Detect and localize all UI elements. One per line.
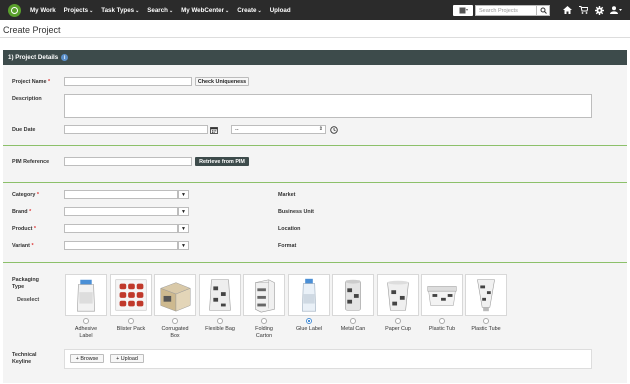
business-unit-label: Business Unit	[278, 209, 314, 215]
due-date-label: Due Date	[12, 127, 36, 133]
chevron-down-icon: ⌄	[89, 7, 94, 14]
search-input[interactable]: Search Projects	[475, 4, 537, 16]
plastic-tub-radio[interactable]	[439, 318, 445, 324]
retrieve-from-pim-button[interactable]: Retrieve from PIM	[195, 157, 249, 166]
blister-pack-tile[interactable]	[110, 274, 152, 316]
due-time-select[interactable]: -- ⇕	[231, 125, 326, 134]
due-time-value: --	[235, 127, 239, 133]
info-icon[interactable]: i	[61, 54, 69, 61]
folding-carton-radio[interactable]	[261, 318, 267, 324]
home-icon[interactable]	[560, 4, 574, 16]
webcenter-logo-icon[interactable]	[8, 3, 21, 17]
glue-label-tile[interactable]	[288, 274, 330, 316]
adhesive-label-radio[interactable]	[83, 318, 89, 324]
nav-projects[interactable]: Projects⌄	[64, 7, 94, 14]
upload-button[interactable]: + Upload	[110, 354, 144, 363]
plastic-tub-tile[interactable]	[421, 274, 463, 316]
description-label: Description	[12, 96, 42, 102]
project-name-input[interactable]	[64, 77, 192, 86]
corrugated-box-caption: Corrugated Box	[161, 326, 189, 339]
flexible-bag-caption: Flexible Bag	[205, 326, 235, 332]
blister-pack-caption: Blister Pack	[116, 326, 146, 332]
plastic-tub-caption: Plastic Tub	[428, 326, 456, 332]
cart-icon[interactable]	[576, 4, 590, 16]
brand-label: Brand *	[12, 209, 32, 215]
variant-label: Variant *	[12, 243, 34, 249]
brand-dropdown-arrow-icon[interactable]: ▼	[178, 207, 189, 216]
flexible-bag-tile[interactable]	[199, 274, 241, 316]
product-dropdown-arrow-icon[interactable]: ▼	[178, 224, 189, 233]
category-label: Category *	[12, 192, 39, 198]
section-header-project-details[interactable]: 1) Project Details i	[3, 50, 627, 65]
pim-reference-label: PIM Reference	[12, 159, 50, 165]
nav-upload[interactable]: Upload	[270, 7, 291, 14]
format-label: Format	[278, 243, 297, 249]
search-scope-select[interactable]	[453, 4, 473, 16]
metal-can-caption: Metal Can	[340, 326, 366, 332]
market-label: Market	[278, 192, 296, 198]
due-date-input[interactable]	[64, 125, 208, 134]
category-dropdown-arrow-icon[interactable]: ▼	[178, 190, 189, 199]
paper-cup-caption: Paper Cup	[385, 326, 411, 332]
corrugated-box-radio[interactable]	[172, 318, 178, 324]
category-select[interactable]	[64, 190, 178, 199]
adhesive-label-tile[interactable]	[65, 274, 107, 316]
top-navigation-bar: My Work Projects⌄ Task Types⌄ Search⌄ My…	[0, 0, 630, 20]
paper-cup-tile[interactable]	[377, 274, 419, 316]
search-button[interactable]	[537, 4, 550, 16]
section-title: 1) Project Details	[8, 54, 59, 61]
search-icon	[540, 7, 547, 14]
section-divider	[3, 182, 627, 183]
card-icon	[459, 7, 468, 13]
pim-reference-input[interactable]	[64, 157, 192, 166]
calendar-icon[interactable]	[209, 125, 219, 135]
brand-select[interactable]	[64, 207, 178, 216]
section-divider	[3, 262, 627, 263]
glue-label-radio[interactable]	[306, 318, 312, 324]
adhesive-label-caption: Adhesive Label	[74, 326, 98, 339]
nav-create[interactable]: Create⌄	[237, 7, 261, 14]
nav-my-webcenter[interactable]: My WebCenter⌄	[181, 7, 229, 14]
product-select[interactable]	[64, 224, 178, 233]
location-label: Location	[278, 226, 301, 232]
plastic-tube-caption: Plastic Tube	[471, 326, 501, 332]
product-label: Product *	[12, 226, 36, 232]
nav-my-work[interactable]: My Work	[30, 7, 56, 14]
browse-button[interactable]: + Browse	[70, 354, 104, 363]
metal-can-tile[interactable]	[332, 274, 374, 316]
nav-right-tools: Search Projects	[453, 4, 624, 16]
corrugated-box-tile[interactable]	[154, 274, 196, 316]
glue-label-caption: Glue Label	[295, 326, 323, 332]
variant-dropdown-arrow-icon[interactable]: ▼	[178, 241, 189, 250]
chevron-down-icon: ⌄	[225, 7, 230, 14]
user-icon[interactable]	[608, 4, 624, 16]
plastic-tube-radio[interactable]	[483, 318, 489, 324]
check-uniqueness-button[interactable]: Check Uniqueness	[195, 77, 249, 86]
chevron-down-icon: ⌄	[257, 7, 262, 14]
description-textarea[interactable]	[64, 94, 592, 118]
select-arrows-icon: ⇕	[318, 126, 323, 132]
metal-can-radio[interactable]	[350, 318, 356, 324]
plastic-tube-tile[interactable]	[465, 274, 507, 316]
gear-icon[interactable]	[592, 4, 606, 16]
nav-task-types[interactable]: Task Types⌄	[101, 7, 139, 14]
deselect-link[interactable]: Deselect	[17, 297, 39, 303]
folding-carton-tile[interactable]	[243, 274, 285, 316]
title-divider	[0, 37, 630, 38]
project-name-label: Project Name *	[12, 79, 51, 85]
page-title: Create Project	[3, 25, 61, 35]
blister-pack-radio[interactable]	[128, 318, 134, 324]
variant-select[interactable]	[64, 241, 178, 250]
clock-icon[interactable]	[329, 125, 339, 135]
paper-cup-radio[interactable]	[395, 318, 401, 324]
flexible-bag-radio[interactable]	[217, 318, 223, 324]
technical-keyline-label: Technical Keyline	[12, 352, 37, 365]
nav-search[interactable]: Search⌄	[147, 7, 173, 14]
packaging-type-label: Packaging Type	[12, 277, 39, 290]
chevron-down-icon: ⌄	[168, 7, 174, 14]
section-divider	[3, 145, 627, 146]
folding-carton-caption: Folding Carton	[255, 326, 273, 339]
chevron-down-icon: ⌄	[135, 7, 140, 14]
